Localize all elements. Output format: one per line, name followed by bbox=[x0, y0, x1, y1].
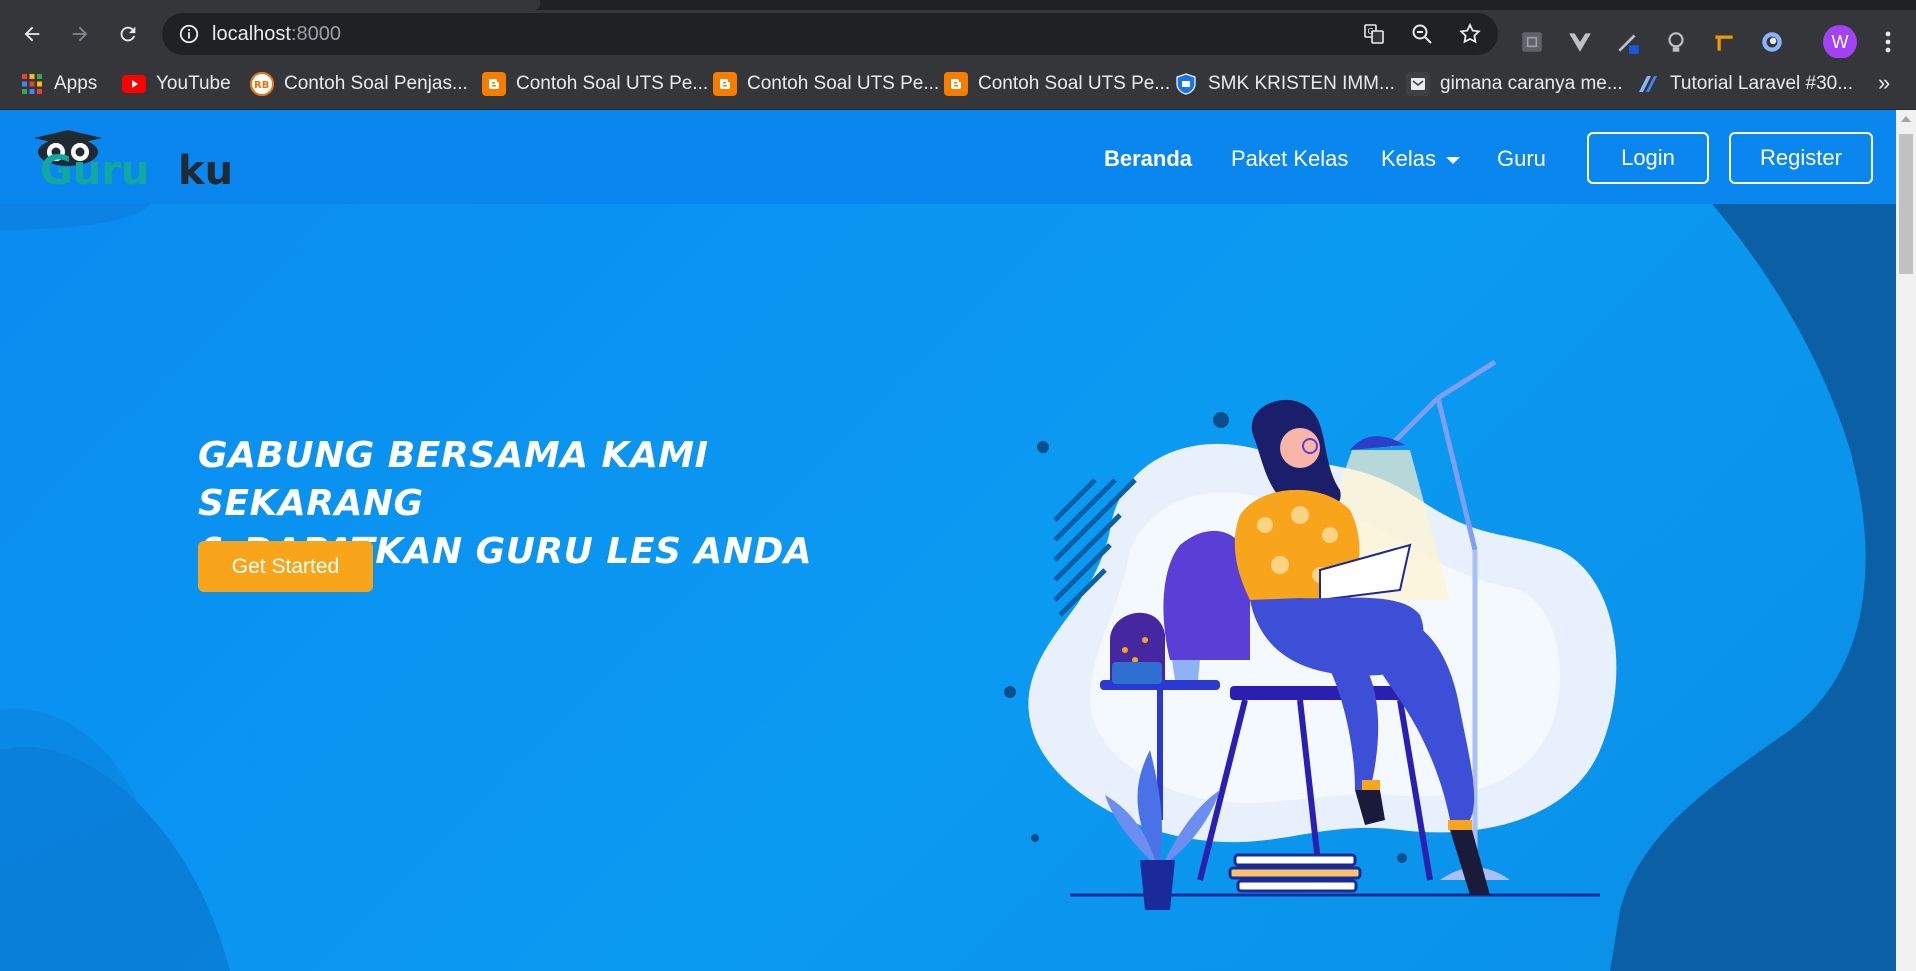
bookmarks-overflow-button[interactable]: » bbox=[1878, 70, 1890, 96]
swirl-extension-icon[interactable] bbox=[1759, 29, 1785, 55]
school-shield-icon bbox=[1174, 72, 1198, 96]
page-viewport: Guru ku Beranda Paket Kelas Kelas Guru L… bbox=[0, 110, 1896, 971]
tab-strip bbox=[0, 0, 1916, 10]
register-button[interactable]: Register bbox=[1729, 132, 1873, 184]
site-navbar: Guru ku Beranda Paket Kelas Kelas Guru L… bbox=[0, 110, 1896, 204]
site-icon bbox=[1406, 72, 1430, 96]
svg-text:G: G bbox=[1368, 27, 1374, 36]
hero-heading-line1: GABUNG BERSAMA KAMI SEKARANG bbox=[198, 435, 709, 524]
bookmark-label: Apps bbox=[54, 73, 98, 94]
svg-text:RB: RB bbox=[254, 80, 269, 91]
browser-toolbar: localhost:8000 G W bbox=[0, 10, 1916, 59]
bookmark-youtube[interactable]: YouTube bbox=[122, 70, 231, 98]
info-icon[interactable] bbox=[178, 23, 200, 45]
bookmarks-bar: Apps YouTube RB Contoh Soal Penjas... Co… bbox=[0, 58, 1916, 110]
more-menu-icon[interactable] bbox=[1878, 27, 1898, 57]
extension-square-icon[interactable] bbox=[1519, 29, 1545, 55]
nav-kelas-label: Kelas bbox=[1381, 146, 1437, 171]
nav-beranda[interactable]: Beranda bbox=[1104, 146, 1192, 172]
blogger-icon bbox=[482, 72, 506, 96]
bookmark-label: gimana caranya me... bbox=[1440, 73, 1623, 94]
get-started-button[interactable]: Get Started bbox=[198, 541, 373, 592]
color-picker-icon[interactable] bbox=[1615, 29, 1641, 55]
page-scrollbar[interactable] bbox=[1896, 110, 1916, 971]
reading-woman-illustration bbox=[1004, 359, 1617, 910]
laravel-icon bbox=[1636, 72, 1660, 96]
bulb-icon[interactable] bbox=[1663, 29, 1689, 55]
profile-avatar[interactable]: W bbox=[1823, 25, 1857, 59]
reload-button[interactable] bbox=[112, 18, 144, 50]
nav-kelas-dropdown[interactable]: Kelas bbox=[1381, 146, 1461, 172]
vue-devtools-icon[interactable] bbox=[1567, 29, 1593, 55]
forward-button[interactable] bbox=[64, 18, 96, 50]
caret-down-icon bbox=[1446, 156, 1461, 164]
bookmark-label: Tutorial Laravel #30... bbox=[1670, 73, 1854, 94]
scroll-up-icon[interactable] bbox=[1901, 116, 1911, 122]
logo-text-guru: Guru bbox=[40, 148, 150, 190]
nav-guru[interactable]: Guru bbox=[1497, 146, 1546, 172]
url-text: localhost:8000 bbox=[212, 23, 341, 45]
address-bar[interactable]: localhost:8000 G bbox=[162, 13, 1498, 55]
back-arrow-icon bbox=[24, 26, 40, 42]
active-tab[interactable] bbox=[0, 0, 540, 10]
scrollbar-thumb[interactable] bbox=[1899, 134, 1913, 274]
ruler-icon[interactable] bbox=[1711, 29, 1737, 55]
bookmark-uts-3[interactable]: Contoh Soal UTS Pe... bbox=[944, 70, 1170, 98]
bookmark-gimana[interactable]: gimana caranya me... bbox=[1406, 70, 1623, 98]
apps-grid-icon bbox=[20, 72, 44, 96]
back-button[interactable] bbox=[16, 18, 48, 50]
translate-icon[interactable]: G bbox=[1362, 22, 1386, 46]
bookmark-apps[interactable]: Apps bbox=[20, 70, 97, 98]
bookmark-label: Contoh Soal UTS Pe... bbox=[978, 73, 1171, 94]
zoom-icon[interactable] bbox=[1410, 22, 1434, 46]
bookmark-uts-1[interactable]: Contoh Soal UTS Pe... bbox=[482, 70, 708, 98]
nav-paket-kelas[interactable]: Paket Kelas bbox=[1231, 146, 1348, 172]
bookmark-laravel[interactable]: Tutorial Laravel #30... bbox=[1636, 70, 1853, 98]
bookmark-penjas[interactable]: RB Contoh Soal Penjas... bbox=[250, 70, 468, 98]
guruku-logo[interactable]: Guru ku bbox=[20, 126, 280, 190]
bookmark-smk[interactable]: SMK KRISTEN IMM... bbox=[1174, 70, 1395, 98]
rb-site-icon: RB bbox=[250, 72, 274, 96]
bookmark-label: Contoh Soal UTS Pe... bbox=[747, 73, 940, 94]
blogger-icon bbox=[713, 72, 737, 96]
forward-arrow-icon bbox=[72, 26, 88, 42]
reload-icon bbox=[120, 26, 136, 42]
youtube-icon bbox=[122, 72, 146, 96]
bookmark-label: YouTube bbox=[156, 73, 231, 94]
logo-text-ku: ku bbox=[178, 148, 233, 190]
bookmark-star-icon[interactable] bbox=[1458, 22, 1482, 46]
login-button[interactable]: Login bbox=[1587, 132, 1709, 184]
bookmark-label: Contoh Soal UTS Pe... bbox=[516, 73, 709, 94]
bookmark-uts-2[interactable]: Contoh Soal UTS Pe... bbox=[713, 70, 939, 98]
blogger-icon bbox=[944, 72, 968, 96]
bookmark-label: SMK KRISTEN IMM... bbox=[1208, 73, 1395, 94]
bookmark-label: Contoh Soal Penjas... bbox=[284, 73, 468, 94]
